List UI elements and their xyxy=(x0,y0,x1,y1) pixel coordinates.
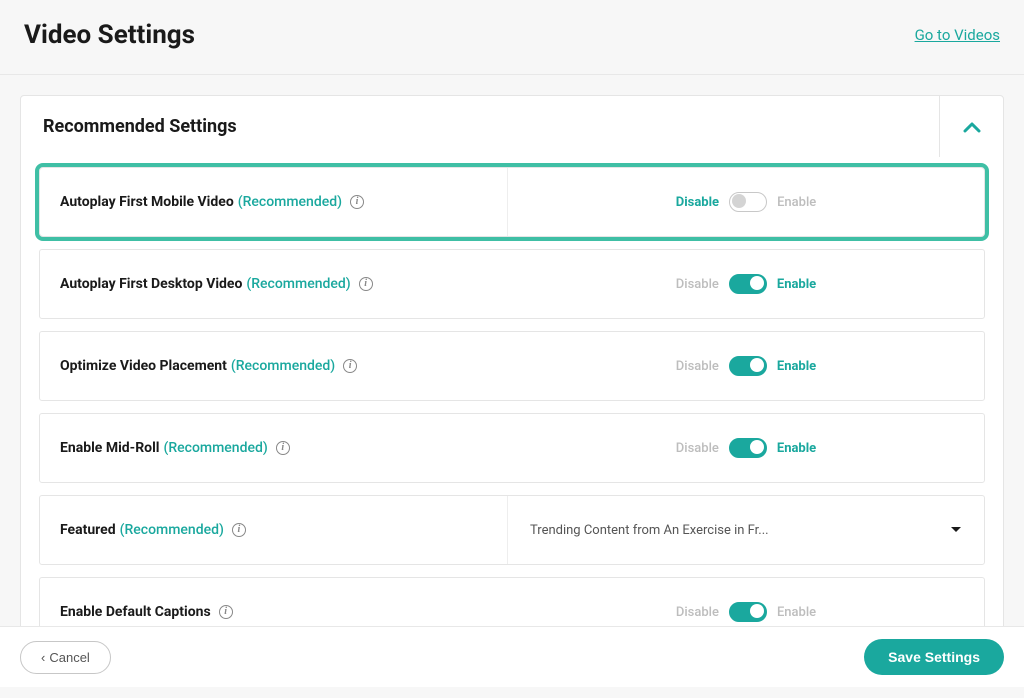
page-title: Video Settings xyxy=(24,20,195,50)
toggle-switch[interactable] xyxy=(729,192,767,212)
enable-label: Enable xyxy=(777,605,816,620)
info-icon[interactable]: i xyxy=(359,277,373,291)
setting-control-area: Disable Enable xyxy=(508,332,984,400)
setting-label-area: Optimize Video Placement (Recommended) i xyxy=(40,332,508,400)
setting-optimize-placement: Optimize Video Placement (Recommended) i… xyxy=(39,331,985,401)
setting-featured: Featured (Recommended) i Trending Conten… xyxy=(39,495,985,565)
recommended-tag: (Recommended) xyxy=(246,276,350,292)
toggle-knob xyxy=(750,276,764,290)
chevron-up-icon xyxy=(963,114,981,139)
setting-label: Featured xyxy=(60,522,116,538)
enable-label: Enable xyxy=(777,359,816,374)
featured-select[interactable]: Trending Content from An Exercise in Fr.… xyxy=(508,496,984,564)
recommended-settings-panel: Recommended Settings Autoplay First Mobi… xyxy=(20,95,1004,678)
info-icon[interactable]: i xyxy=(276,441,290,455)
disable-label: Disable xyxy=(676,441,719,456)
info-icon[interactable]: i xyxy=(350,195,364,209)
caret-down-icon xyxy=(950,523,962,537)
go-to-videos-link[interactable]: Go to Videos xyxy=(915,26,1000,44)
panel-title: Recommended Settings xyxy=(21,96,939,157)
disable-label: Disable xyxy=(676,605,719,620)
toggle-block: Disable Enable xyxy=(676,602,816,622)
toggle-knob xyxy=(750,358,764,372)
setting-autoplay-mobile: Autoplay First Mobile Video (Recommended… xyxy=(39,167,985,237)
toggle-block: Disable Enable xyxy=(676,438,816,458)
footer-bar: ‹ Cancel Save Settings xyxy=(0,626,1024,687)
toggle-knob xyxy=(750,604,764,618)
toggle-switch[interactable] xyxy=(729,438,767,458)
setting-autoplay-desktop: Autoplay First Desktop Video (Recommende… xyxy=(39,249,985,319)
recommended-tag: (Recommended) xyxy=(120,522,224,538)
setting-control-area: Disable Enable xyxy=(508,168,984,236)
setting-label: Autoplay First Mobile Video xyxy=(60,194,234,210)
setting-mid-roll: Enable Mid-Roll (Recommended) i Disable … xyxy=(39,413,985,483)
setting-label-area: Autoplay First Mobile Video (Recommended… xyxy=(40,168,508,236)
cancel-button[interactable]: ‹ Cancel xyxy=(20,641,111,674)
setting-label: Autoplay First Desktop Video xyxy=(60,276,242,292)
enable-label: Enable xyxy=(777,441,816,456)
setting-label-area: Enable Mid-Roll (Recommended) i xyxy=(40,414,508,482)
recommended-tag: (Recommended) xyxy=(163,440,267,456)
setting-control-area: Disable Enable xyxy=(508,250,984,318)
disable-label: Disable xyxy=(676,195,719,210)
setting-label: Enable Mid-Roll xyxy=(60,440,159,456)
toggle-switch[interactable] xyxy=(729,274,767,294)
recommended-tag: (Recommended) xyxy=(231,358,335,374)
main-container: Recommended Settings Autoplay First Mobi… xyxy=(0,75,1024,698)
select-value: Trending Content from An Exercise in Fr.… xyxy=(530,523,769,538)
panel-collapse-button[interactable] xyxy=(939,96,1003,157)
toggle-block: Disable Enable xyxy=(676,356,816,376)
setting-control-area: Disable Enable xyxy=(508,414,984,482)
info-icon[interactable]: i xyxy=(219,605,233,619)
disable-label: Disable xyxy=(676,359,719,374)
setting-label-area: Featured (Recommended) i xyxy=(40,496,508,564)
enable-label: Enable xyxy=(777,195,816,210)
chevron-left-icon: ‹ xyxy=(41,650,45,665)
save-settings-button[interactable]: Save Settings xyxy=(864,639,1004,675)
toggle-switch[interactable] xyxy=(729,356,767,376)
info-icon[interactable]: i xyxy=(232,523,246,537)
recommended-tag: (Recommended) xyxy=(238,194,342,210)
enable-label: Enable xyxy=(777,277,816,292)
toggle-knob xyxy=(732,194,746,208)
header-bar: Video Settings Go to Videos xyxy=(0,0,1024,75)
setting-label-area: Autoplay First Desktop Video (Recommende… xyxy=(40,250,508,318)
setting-label: Enable Default Captions xyxy=(60,604,211,620)
toggle-switch[interactable] xyxy=(729,602,767,622)
cancel-label: Cancel xyxy=(49,650,89,665)
panel-body: Autoplay First Mobile Video (Recommended… xyxy=(21,157,1003,677)
toggle-block: Disable Enable xyxy=(676,274,816,294)
setting-label: Optimize Video Placement xyxy=(60,358,227,374)
disable-label: Disable xyxy=(676,277,719,292)
panel-header: Recommended Settings xyxy=(21,96,1003,157)
info-icon[interactable]: i xyxy=(343,359,357,373)
toggle-knob xyxy=(750,440,764,454)
toggle-block: Disable Enable xyxy=(676,192,816,212)
